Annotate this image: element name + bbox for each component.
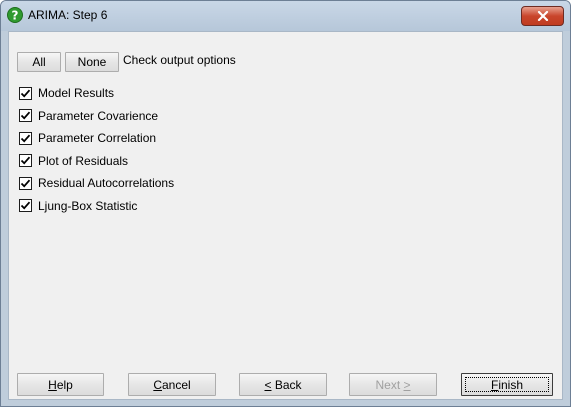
window-title: ARIMA: Step 6 (28, 8, 108, 22)
option-checkbox[interactable] (19, 86, 32, 100)
option-checkbox[interactable] (19, 154, 32, 167)
help-question-icon: ? (7, 7, 23, 23)
checkmark-icon (20, 201, 31, 210)
finish-button[interactable]: Finish (461, 373, 553, 396)
checkmark-icon (20, 111, 31, 120)
output-option-row[interactable]: Model Results (19, 85, 114, 101)
focus-ring (465, 377, 549, 392)
help-button-label: Help (48, 377, 73, 392)
close-icon (537, 11, 548, 21)
option-checkbox[interactable] (19, 176, 32, 190)
select-all-button[interactable]: All (17, 52, 61, 72)
cancel-button[interactable]: Cancel (128, 373, 216, 396)
select-none-button[interactable]: None (65, 52, 119, 72)
option-label: Model Results (38, 86, 115, 100)
option-checkbox[interactable] (19, 199, 32, 212)
checkmark-icon (20, 156, 31, 165)
option-label: Plot of Residuals (38, 153, 129, 168)
option-checkbox[interactable] (19, 131, 32, 145)
select-none-label: None (77, 55, 107, 69)
option-label: Ljung-Box Statistic (38, 198, 138, 213)
back-button-label: < Back (264, 377, 302, 392)
checkmark-icon (20, 89, 31, 98)
next-button-label: Next > (375, 377, 411, 392)
dialog-window: ? ARIMA: Step 6 All None Check output op… (0, 0, 571, 407)
output-option-row[interactable]: Parameter Correlation (19, 130, 156, 146)
output-option-row[interactable]: Plot of Residuals (19, 153, 128, 169)
option-checkbox[interactable] (19, 109, 32, 122)
cancel-button-label: Cancel (153, 377, 191, 392)
svg-text:?: ? (12, 9, 19, 23)
option-label: Residual Autocorrelations (38, 176, 175, 190)
close-button[interactable] (521, 6, 564, 26)
select-all-label: All (32, 55, 46, 69)
checkmark-icon (20, 134, 31, 143)
title-bar[interactable]: ? ARIMA: Step 6 (1, 1, 570, 31)
back-button[interactable]: < Back (239, 373, 327, 396)
dialog-client-area: All None Check output options Model Resu… (8, 31, 563, 400)
option-label: Parameter Correlation (38, 131, 157, 145)
checkmark-icon (20, 179, 31, 188)
next-button[interactable]: Next > (349, 373, 437, 396)
output-option-row[interactable]: Parameter Covarience (19, 108, 158, 124)
help-button[interactable]: Help (17, 373, 104, 396)
output-option-row[interactable]: Ljung-Box Statistic (19, 198, 137, 214)
output-option-row[interactable]: Residual Autocorrelations (19, 175, 174, 191)
option-label: Parameter Covarience (38, 108, 159, 123)
options-hint-label: Check output options (123, 53, 236, 67)
